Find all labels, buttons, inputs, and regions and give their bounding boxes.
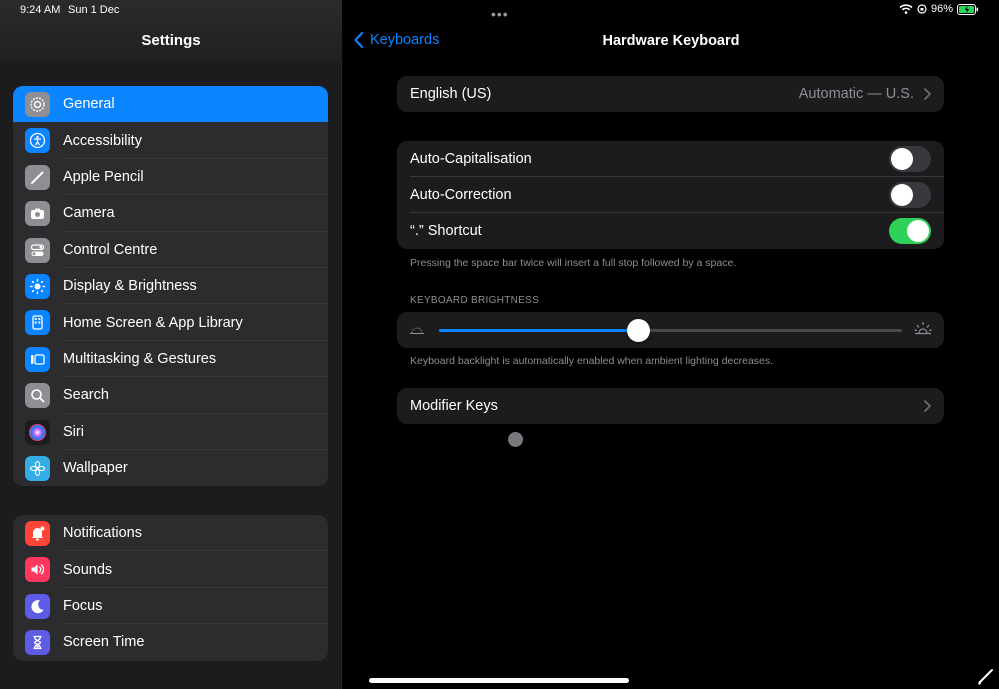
multitasking-icon	[25, 346, 50, 372]
sidebar-item-label: Multitasking & Gestures	[63, 350, 217, 367]
status-time: 9:24 AM	[20, 4, 61, 16]
sidebar-item-home-screen-app-library[interactable]: Home Screen & App Library	[13, 304, 328, 341]
toggle-label: Auto-Capitalisation	[410, 151, 532, 167]
brightness-slider[interactable]	[439, 319, 902, 342]
sidebar-item-label: Screen Time	[63, 634, 145, 651]
sidebar-item-camera[interactable]: Camera	[13, 195, 328, 232]
sidebar: 9:24 AM Sun 1 Dec Settings General Access…	[0, 0, 342, 689]
battery-charging-icon	[957, 3, 979, 15]
hourglass-icon	[25, 630, 50, 656]
sidebar-item-display-brightness[interactable]: Display & Brightness	[13, 268, 328, 305]
sidebar-item-accessibility[interactable]: Accessibility	[13, 122, 328, 159]
typing-options-card: Auto-Capitalisation Auto-Correction “.” Sh…	[397, 141, 944, 249]
sidebar-item-sounds[interactable]: Sounds	[13, 551, 328, 588]
search-icon	[25, 383, 50, 409]
brightness-high-icon	[914, 322, 932, 335]
sidebar-item-control-centre[interactable]: Control Centre	[13, 232, 328, 268]
brightness-low-icon	[410, 327, 424, 334]
page-title: Hardware Keyboard	[602, 33, 740, 49]
bell-icon	[25, 521, 50, 546]
toggle-switch[interactable]	[889, 182, 931, 208]
moon-icon	[25, 593, 50, 619]
language-row[interactable]: English (US) Automatic — U.S.	[397, 76, 944, 112]
home-indicator[interactable]	[369, 678, 629, 683]
pencil-tool-icon[interactable]	[977, 667, 995, 685]
sidebar-header: 9:24 AM Sun 1 Dec Settings	[0, 0, 342, 62]
orientation-lock-icon	[917, 4, 927, 14]
gear-icon	[25, 92, 50, 117]
chevron-right-icon	[924, 400, 931, 412]
brightness-slider-fill	[439, 329, 639, 332]
keyboard-brightness-card	[397, 312, 944, 348]
sidebar-title: Settings	[141, 32, 201, 49]
modifier-keys-card: Modifier Keys	[397, 388, 944, 424]
keyboard-brightness-header: KEYBOARD BRIGHTNESS	[410, 295, 540, 306]
sidebar-item-multitasking-gestures[interactable]: Multitasking & Gestures	[13, 341, 328, 378]
control-centre-icon	[25, 237, 50, 263]
toggle-switch[interactable]	[889, 146, 931, 172]
brightness-slider-knob[interactable]	[627, 319, 651, 342]
brightness-footnote: Keyboard backlight is automatically enab…	[410, 355, 774, 367]
multitasking-dots-icon[interactable]: •••	[491, 6, 509, 22]
sidebar-item-label: Siri	[63, 423, 84, 440]
sidebar-item-label: Search	[63, 387, 109, 404]
toggle-label: “.” Shortcut	[410, 223, 482, 239]
toggle-row: “.” Shortcut	[397, 213, 944, 249]
sidebar-item-label: Display & Brightness	[63, 278, 197, 295]
sidebar-item-general[interactable]: General	[13, 86, 328, 123]
sidebar-item-label: Notifications	[63, 525, 142, 542]
speaker-icon	[25, 557, 50, 583]
language-label: English (US)	[410, 86, 492, 102]
toggle-knob	[891, 148, 913, 170]
wifi-icon	[899, 4, 913, 14]
chevron-right-icon	[924, 88, 931, 100]
sidebar-item-label: Wallpaper	[63, 460, 128, 477]
toggle-switch[interactable]	[889, 218, 931, 244]
status-right: 96%	[899, 3, 979, 15]
sidebar-item-notifications[interactable]: Notifications	[13, 515, 328, 552]
modifier-keys-label: Modifier Keys	[410, 398, 498, 414]
sidebar-item-search[interactable]: Search	[13, 377, 328, 414]
flower-icon	[25, 455, 50, 481]
sidebar-item-label: Sounds	[63, 561, 113, 578]
language-card: English (US) Automatic — U.S.	[397, 76, 944, 112]
toggle-row: Auto-Capitalisation	[397, 141, 944, 177]
battery-percentage: 96%	[930, 3, 953, 15]
sidebar-item-label: General	[63, 96, 115, 113]
sidebar-item-label: Apple Pencil	[63, 168, 144, 185]
sidebar-item-wallpaper[interactable]: Wallpaper	[13, 450, 328, 486]
settings-group-system: General Accessibility Apple Pencil Camera Co…	[13, 86, 328, 487]
sidebar-item-siri[interactable]: Siri	[13, 414, 328, 450]
toggle-row: Auto-Correction	[397, 177, 944, 213]
sidebar-item-label: Home Screen & App Library	[63, 314, 243, 331]
language-value: Automatic — U.S.	[798, 86, 914, 102]
toggle-label: Auto-Correction	[410, 187, 512, 203]
sidebar-item-label: Control Centre	[63, 241, 158, 258]
detail-pane: ••• 96% Keyboards Hardware Keyboard Engl…	[343, 0, 999, 689]
sidebar-item-label: Camera	[63, 205, 115, 222]
modifier-keys-row[interactable]: Modifier Keys	[397, 388, 944, 424]
sidebar-item-label: Focus	[63, 597, 103, 614]
toggle-knob	[891, 184, 913, 206]
sidebar-item-screen-time[interactable]: Screen Time	[13, 624, 328, 660]
sidebar-item-apple-pencil[interactable]: Apple Pencil	[13, 159, 328, 196]
status-date: Sun 1 Dec	[68, 4, 120, 16]
sidebar-item-label: Accessibility	[63, 132, 142, 149]
camera-icon	[25, 201, 50, 227]
sun-icon	[25, 273, 50, 299]
settings-group-notifications: Notifications Sounds Focus Screen Time	[13, 515, 328, 661]
sidebar-item-focus[interactable]: Focus	[13, 588, 328, 625]
toggle-knob	[907, 220, 929, 242]
siri-icon	[25, 419, 50, 445]
home-screen-icon	[25, 310, 50, 336]
shortcut-footnote: Pressing the space bar twice will insert…	[410, 257, 737, 269]
pencil-icon	[25, 164, 50, 190]
pointer-cursor	[508, 432, 523, 447]
accessibility-icon	[25, 128, 50, 154]
